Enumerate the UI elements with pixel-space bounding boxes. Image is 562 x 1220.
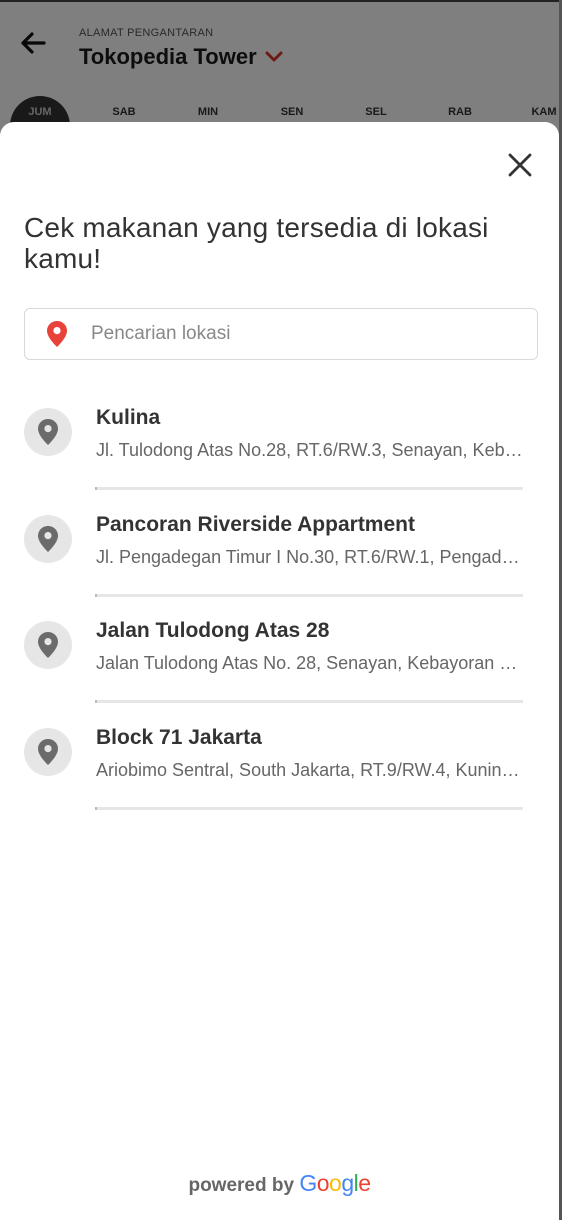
result-item[interactable]: Block 71 Jakarta Ariobimo Sentral, South… [24,726,524,833]
result-name: Block 71 Jakarta [96,725,262,749]
result-address: Ariobimo Sentral, South Jakarta, RT.9/RW… [96,759,524,780]
location-pin-icon [47,321,67,347]
result-item[interactable]: Kulina Jl. Tulodong Atas No.28, RT.6/RW.… [24,406,524,513]
close-icon [508,153,532,177]
result-name: Pancoran Riverside Appartment [96,512,415,536]
google-logo: Google [299,1170,371,1196]
google-letter: o [316,1170,330,1196]
result-name: Kulina [96,406,161,429]
location-pin-icon [24,408,72,456]
result-address: Jl. Tulodong Atas No.28, RT.6/RW.3, Sena… [96,440,524,460]
divider [95,593,523,597]
result-item[interactable]: Jalan Tulodong Atas 28 Jalan Tulodong At… [24,619,524,726]
result-address: Jalan Tulodong Atas No. 28, Senayan, Keb… [96,653,524,673]
search-input[interactable] [91,323,491,345]
powered-by-text: powered by [188,1175,295,1196]
result-item[interactable]: Pancoran Riverside Appartment Jl. Pengad… [24,513,524,620]
google-letter: g [341,1170,354,1196]
google-letter: o [329,1170,342,1196]
google-letter: G [299,1170,317,1196]
location-pin-icon [24,621,72,669]
powered-by-google: powered by Google [0,1170,559,1197]
search-results: Kulina Jl. Tulodong Atas No.28, RT.6/RW.… [24,406,524,832]
close-button[interactable] [505,150,535,180]
sheet-title: Cek makanan yang tersedia di lokasi kamu… [24,212,489,274]
divider [95,700,523,703]
divider [95,487,523,490]
result-address: Jl. Pengadegan Timur I No.30, RT.6/RW.1,… [96,546,524,567]
location-search[interactable] [24,308,538,360]
google-letter: e [358,1170,371,1196]
location-pin-icon [24,727,72,776]
location-sheet: Cek makanan yang tersedia di lokasi kamu… [0,122,559,1220]
result-name: Jalan Tulodong Atas 28 [96,619,330,642]
divider [95,806,523,810]
top-edge [0,0,562,2]
location-pin-icon [24,514,72,563]
